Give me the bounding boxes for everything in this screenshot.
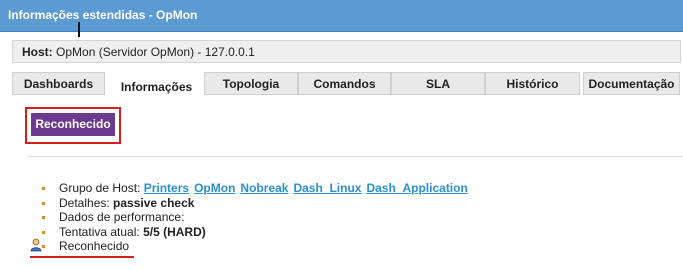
host-group-link-dash-application[interactable]: Dash_Application <box>366 181 467 195</box>
tab-historico[interactable]: Histórico <box>485 72 580 95</box>
host-info-bar: Host: OpMon (Servidor OpMon) - 127.0.0.1 <box>12 40 681 63</box>
window-titlebar: Informações estendidas - OpMon <box>0 0 683 32</box>
user-icon <box>30 238 42 252</box>
host-group-link-opmon[interactable]: OpMon <box>194 181 235 195</box>
bullet-icon <box>42 231 45 234</box>
section-divider <box>28 156 683 157</box>
tab-sla[interactable]: SLA <box>391 72 485 95</box>
acknowledged-highlight: Reconhecido <box>25 107 121 144</box>
host-value: OpMon (Servidor OpMon) - 127.0.0.1 <box>56 45 255 59</box>
bullet-icon <box>42 202 45 205</box>
host-group-link-dash-linux[interactable]: Dash_Linux <box>293 181 361 195</box>
host-group-link-printers[interactable]: Printers <box>144 181 189 195</box>
attempt-label: Tentativa atual: <box>59 225 140 239</box>
tab-comandos[interactable]: Comandos <box>298 72 391 95</box>
acknowledged-label: Reconhecido <box>59 239 130 253</box>
host-group-link-nobreak[interactable]: Nobreak <box>240 181 288 195</box>
tab-documentacao[interactable]: Documentação <box>583 72 680 95</box>
attempt-value: 5/5 (HARD) <box>143 225 206 239</box>
performance-label: Dados de performance: <box>59 210 185 224</box>
host-label: Host: <box>22 45 53 59</box>
bullet-icon <box>42 216 45 219</box>
acknowledged-button[interactable]: Reconhecido <box>31 113 115 136</box>
acknowledged-underline <box>30 256 134 258</box>
tab-dashboards[interactable]: Dashboards <box>12 72 105 95</box>
bullet-icon <box>42 187 45 190</box>
details-value: passive check <box>113 196 195 210</box>
tab-informacoes[interactable]: Informações <box>109 72 204 98</box>
host-group-label: Grupo de Host: <box>59 181 141 195</box>
details-label: Detalhes: <box>59 196 110 210</box>
tab-topologia[interactable]: Topologia <box>204 72 298 95</box>
text-cursor-icon <box>78 22 80 37</box>
window-title: Informações estendidas - OpMon <box>8 8 198 22</box>
